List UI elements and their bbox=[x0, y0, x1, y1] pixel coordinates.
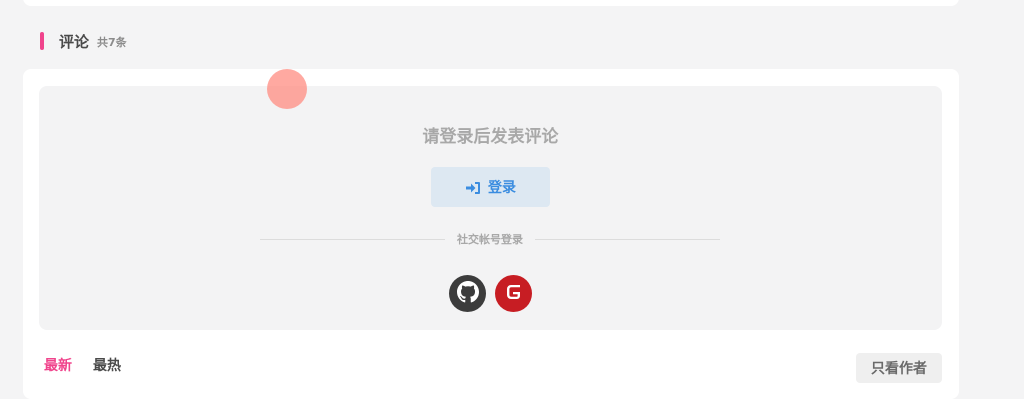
comments-header: 评论 共7条 bbox=[40, 31, 127, 51]
github-login-button[interactable] bbox=[449, 275, 486, 312]
comments-card: 请登录后发表评论 登录 社交帐号登录 最新 最热 只看作者 bbox=[23, 69, 959, 399]
divider-line-left bbox=[260, 238, 445, 240]
login-button[interactable]: 登录 bbox=[431, 167, 550, 207]
sign-in-icon bbox=[465, 180, 481, 194]
cursor-indicator bbox=[267, 69, 307, 109]
login-prompt: 请登录后发表评论 bbox=[422, 127, 559, 147]
tab-hottest[interactable]: 最热 bbox=[93, 355, 121, 375]
divider-line-right bbox=[535, 238, 720, 240]
tab-newest[interactable]: 最新 bbox=[44, 355, 72, 375]
github-icon bbox=[456, 280, 479, 307]
gitee-icon bbox=[503, 281, 525, 307]
comments-title: 评论 bbox=[59, 32, 90, 51]
section-accent-bar bbox=[40, 32, 44, 50]
author-only-button[interactable]: 只看作者 bbox=[856, 353, 942, 383]
comments-count: 共7条 bbox=[97, 36, 127, 49]
gitee-login-button[interactable] bbox=[495, 275, 532, 312]
login-panel: 请登录后发表评论 登录 社交帐号登录 bbox=[39, 86, 942, 330]
previous-card bbox=[23, 0, 959, 6]
social-login-label: 社交帐号登录 bbox=[457, 233, 523, 246]
social-login-divider: 社交帐号登录 bbox=[260, 230, 720, 248]
login-button-label: 登录 bbox=[488, 180, 516, 196]
